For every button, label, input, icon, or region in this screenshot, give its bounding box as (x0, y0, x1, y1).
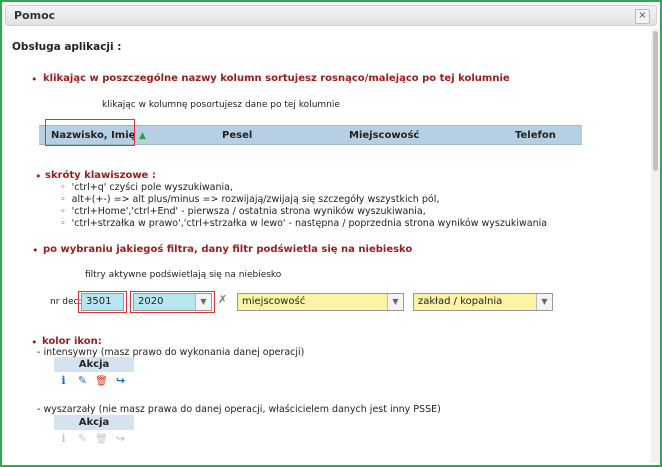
chevron-down-icon: ▼ (387, 294, 403, 310)
action-icons-active: i ✎ 🗑 ↪ (54, 374, 130, 390)
info-icon[interactable]: i (54, 374, 73, 387)
plant-select[interactable]: zakład / kopalnia ▼ (413, 293, 553, 311)
column-phone-header[interactable]: Telefon (515, 130, 556, 141)
dialog-title: Pomoc (14, 9, 56, 22)
chevron-down-icon: ▼ (195, 294, 211, 310)
icons-heading: kolor ikon: (42, 336, 102, 347)
delete-icon[interactable]: 🗑 (92, 376, 111, 387)
bullet-icon: ◦ (60, 218, 66, 229)
bullet-icon: ◦ (60, 194, 66, 205)
highlight-box (45, 119, 135, 146)
filter-heading: po wybraniu jakiegoś filtra, dany filtr … (43, 244, 413, 255)
sort-callout: klikając w kolumnę posortujesz dane po t… (102, 100, 340, 110)
city-select[interactable]: miejscowość ▼ (237, 293, 404, 311)
help-dialog: Pomoc × Obsługa aplikacji : • klikając w… (0, 0, 662, 467)
bullet-icon: • (31, 73, 38, 86)
filter-callout: filtry aktywne podświetlają się na niebi… (85, 270, 282, 280)
delete-icon: 🗑 (95, 434, 108, 445)
clear-icon[interactable]: ✗ (218, 293, 227, 306)
column-city-header[interactable]: Miejscowość (349, 130, 419, 141)
shortcut-item: ◦ 'ctrl+strzałka w prawo','ctrl+strzałka… (60, 218, 548, 229)
shortcut-item: ◦ alt+(+-) => alt plus/minus => rozwijaj… (60, 194, 440, 205)
action-column-header: Akcja (54, 415, 134, 430)
share-icon: ↪ (115, 432, 126, 445)
action-icons-disabled: i ✎ 🗑 ↪ (54, 432, 130, 448)
edit-icon: ✎ (77, 432, 88, 445)
shortcut-item: ◦ 'ctrl+Home','ctrl+End' - pierwsza / os… (60, 206, 426, 217)
share-icon[interactable]: ↪ (111, 374, 130, 387)
close-icon[interactable]: × (635, 9, 650, 24)
dialog-titlebar[interactable]: Pomoc × (5, 5, 657, 26)
sort-arrow-icon: ▲ (138, 131, 146, 141)
shortcuts-heading: skróty klawiszowe : (45, 170, 156, 181)
scrollbar-thumb[interactable] (653, 31, 658, 171)
action-column-header: Akcja (54, 357, 134, 372)
shortcut-item: ◦ 'ctrl+q' czyści pole wyszukiwania, (60, 182, 233, 193)
info-icon: i (61, 432, 66, 445)
column-pesel-header[interactable]: Pesel (222, 130, 252, 141)
dialog-content: Obsługa aplikacji : • klikając w poszcze… (2, 29, 654, 465)
bullet-icon: ◦ (60, 206, 66, 217)
chevron-down-icon: ▼ (536, 294, 552, 310)
filter-label: nr dec: (50, 297, 82, 307)
sort-heading: klikając w poszczególne nazwy kolumn sor… (43, 73, 510, 84)
decision-number-input[interactable]: 3501 (81, 293, 124, 311)
bullet-icon: ◦ (60, 182, 66, 193)
year-select[interactable]: 2020 ▼ (133, 293, 212, 311)
main-heading: Obsługa aplikacji : (12, 41, 122, 53)
bullet-icon: • (35, 170, 42, 183)
edit-icon[interactable]: ✎ (73, 374, 92, 387)
faded-label: - wyszarzały (nie masz prawa do danej op… (37, 404, 441, 415)
bullet-icon: • (32, 244, 39, 257)
